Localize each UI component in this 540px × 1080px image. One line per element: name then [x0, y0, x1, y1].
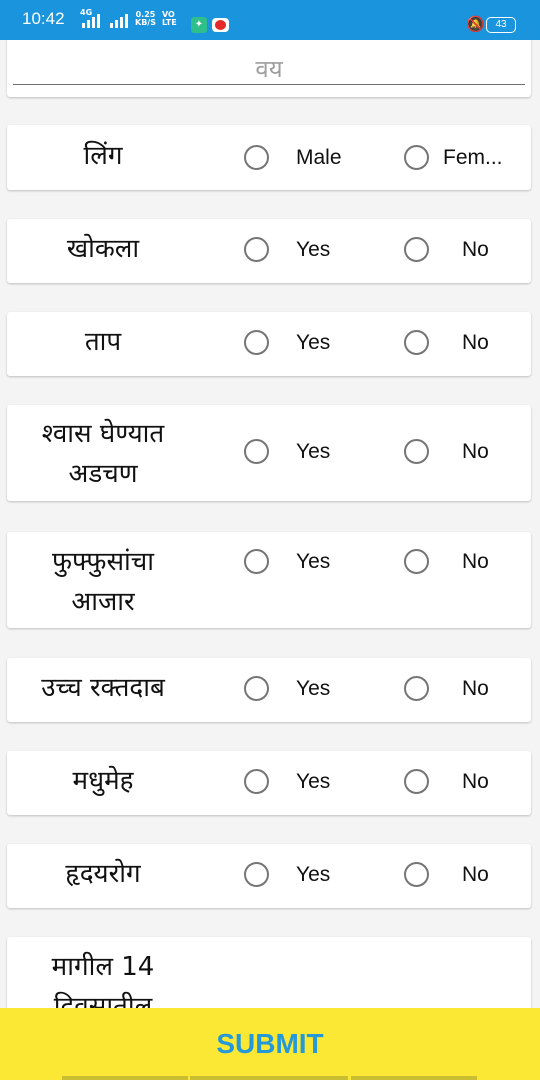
option-yes[interactable]: Yes [244, 237, 330, 262]
battery-icon: 43 [486, 17, 516, 33]
radio-icon[interactable] [244, 145, 269, 170]
option-yes[interactable]: Yes [244, 330, 330, 355]
option-yes[interactable]: Yes [244, 769, 330, 794]
youtube-icon [212, 18, 229, 32]
diabetes-card: मधुमेह Yes No [7, 751, 531, 815]
option-yes[interactable]: Yes [244, 676, 330, 701]
option-label: Yes [296, 237, 331, 261]
heart-disease-card: हृदयरोग Yes No [7, 844, 531, 908]
option-no[interactable]: No [404, 676, 489, 701]
question-label-breathing: श्वास घेण्यात अडचण [41, 419, 165, 489]
option-yes[interactable]: Yes [244, 862, 330, 887]
question-label-cough: खोकला [66, 234, 140, 264]
question-label-diabetes: मधुमेह [72, 766, 134, 796]
radio-icon[interactable] [404, 145, 429, 170]
radio-icon[interactable] [244, 769, 269, 794]
app-notification-icon: ✦ [191, 17, 207, 33]
volte-indicator: VO LTE [162, 11, 177, 27]
option-label: Fem... [443, 145, 503, 169]
option-label: No [462, 769, 489, 793]
cough-card: खोकला Yes No [7, 219, 531, 283]
question-label-bp: उच्च रक्तदाब [41, 673, 165, 703]
form-scroll-area[interactable]: लिंग Male Fem... खोकला Yes No ताप Yes N [0, 0, 540, 1080]
radio-icon[interactable] [244, 330, 269, 355]
question-label-lung: फुफ्फुसांचा आजार [51, 547, 155, 617]
radio-icon[interactable] [244, 439, 269, 464]
radio-icon[interactable] [244, 676, 269, 701]
option-label: Yes [296, 439, 331, 463]
option-label: No [462, 549, 489, 573]
fever-card: ताप Yes No [7, 312, 531, 376]
nav-hint-left [62, 1076, 188, 1080]
radio-icon[interactable] [244, 237, 269, 262]
option-label: No [462, 676, 489, 700]
question-label-gender: लिंग [83, 141, 123, 171]
age-input[interactable] [13, 54, 525, 85]
option-no[interactable]: No [404, 862, 489, 887]
question-label-heart: हृदयरोग [65, 859, 141, 889]
option-no[interactable]: No [404, 439, 489, 464]
option-no[interactable]: No [404, 330, 489, 355]
option-label: No [462, 330, 489, 354]
age-card [7, 30, 531, 97]
radio-icon[interactable] [244, 862, 269, 887]
option-no[interactable]: No [404, 237, 489, 262]
lung-disease-card: फुफ्फुसांचा आजार Yes No [7, 532, 531, 628]
signal-icon-2 [110, 14, 128, 28]
speed-unit: KB/S [135, 18, 156, 27]
breathing-card: श्वास घेण्यात अडचण Yes No [7, 405, 531, 501]
radio-icon[interactable] [404, 237, 429, 262]
option-label: Yes [296, 676, 331, 700]
option-label: No [462, 237, 489, 261]
radio-icon[interactable] [404, 676, 429, 701]
option-label: Yes [296, 862, 331, 886]
option-label: Yes [296, 330, 331, 354]
option-label: No [462, 862, 489, 886]
option-label: Yes [296, 549, 331, 573]
option-label: No [462, 439, 489, 463]
submit-label: SUBMIT [216, 1028, 324, 1059]
high-bp-card: उच्च रक्तदाब Yes No [7, 658, 531, 722]
radio-icon[interactable] [404, 769, 429, 794]
nav-hint-right [351, 1076, 477, 1080]
radio-icon[interactable] [244, 549, 269, 574]
option-male[interactable]: Male [244, 145, 342, 170]
radio-icon[interactable] [404, 549, 429, 574]
option-yes[interactable]: Yes [244, 549, 330, 574]
option-label: Yes [296, 769, 331, 793]
option-no[interactable]: No [404, 549, 489, 574]
gender-card: लिंग Male Fem... [7, 125, 531, 190]
submit-button[interactable]: SUBMIT [0, 1008, 540, 1080]
question-label-fever: ताप [84, 327, 122, 357]
option-no[interactable]: No [404, 769, 489, 794]
radio-icon[interactable] [404, 330, 429, 355]
status-bar: 10:42 4G 0.25 KB/S VO LTE ✦ 🔕 43 [0, 0, 540, 40]
option-yes[interactable]: Yes [244, 439, 330, 464]
nav-hint-center [190, 1076, 348, 1080]
signal-icon [82, 14, 100, 28]
option-label: Male [296, 145, 342, 169]
radio-icon[interactable] [404, 862, 429, 887]
volte-bottom: LTE [162, 18, 177, 27]
network-speed: 0.25 KB/S [135, 11, 156, 27]
mute-icon: 🔕 [466, 15, 485, 33]
status-time: 10:42 [22, 9, 65, 28]
option-female[interactable]: Fem... [404, 145, 503, 170]
radio-icon[interactable] [404, 439, 429, 464]
